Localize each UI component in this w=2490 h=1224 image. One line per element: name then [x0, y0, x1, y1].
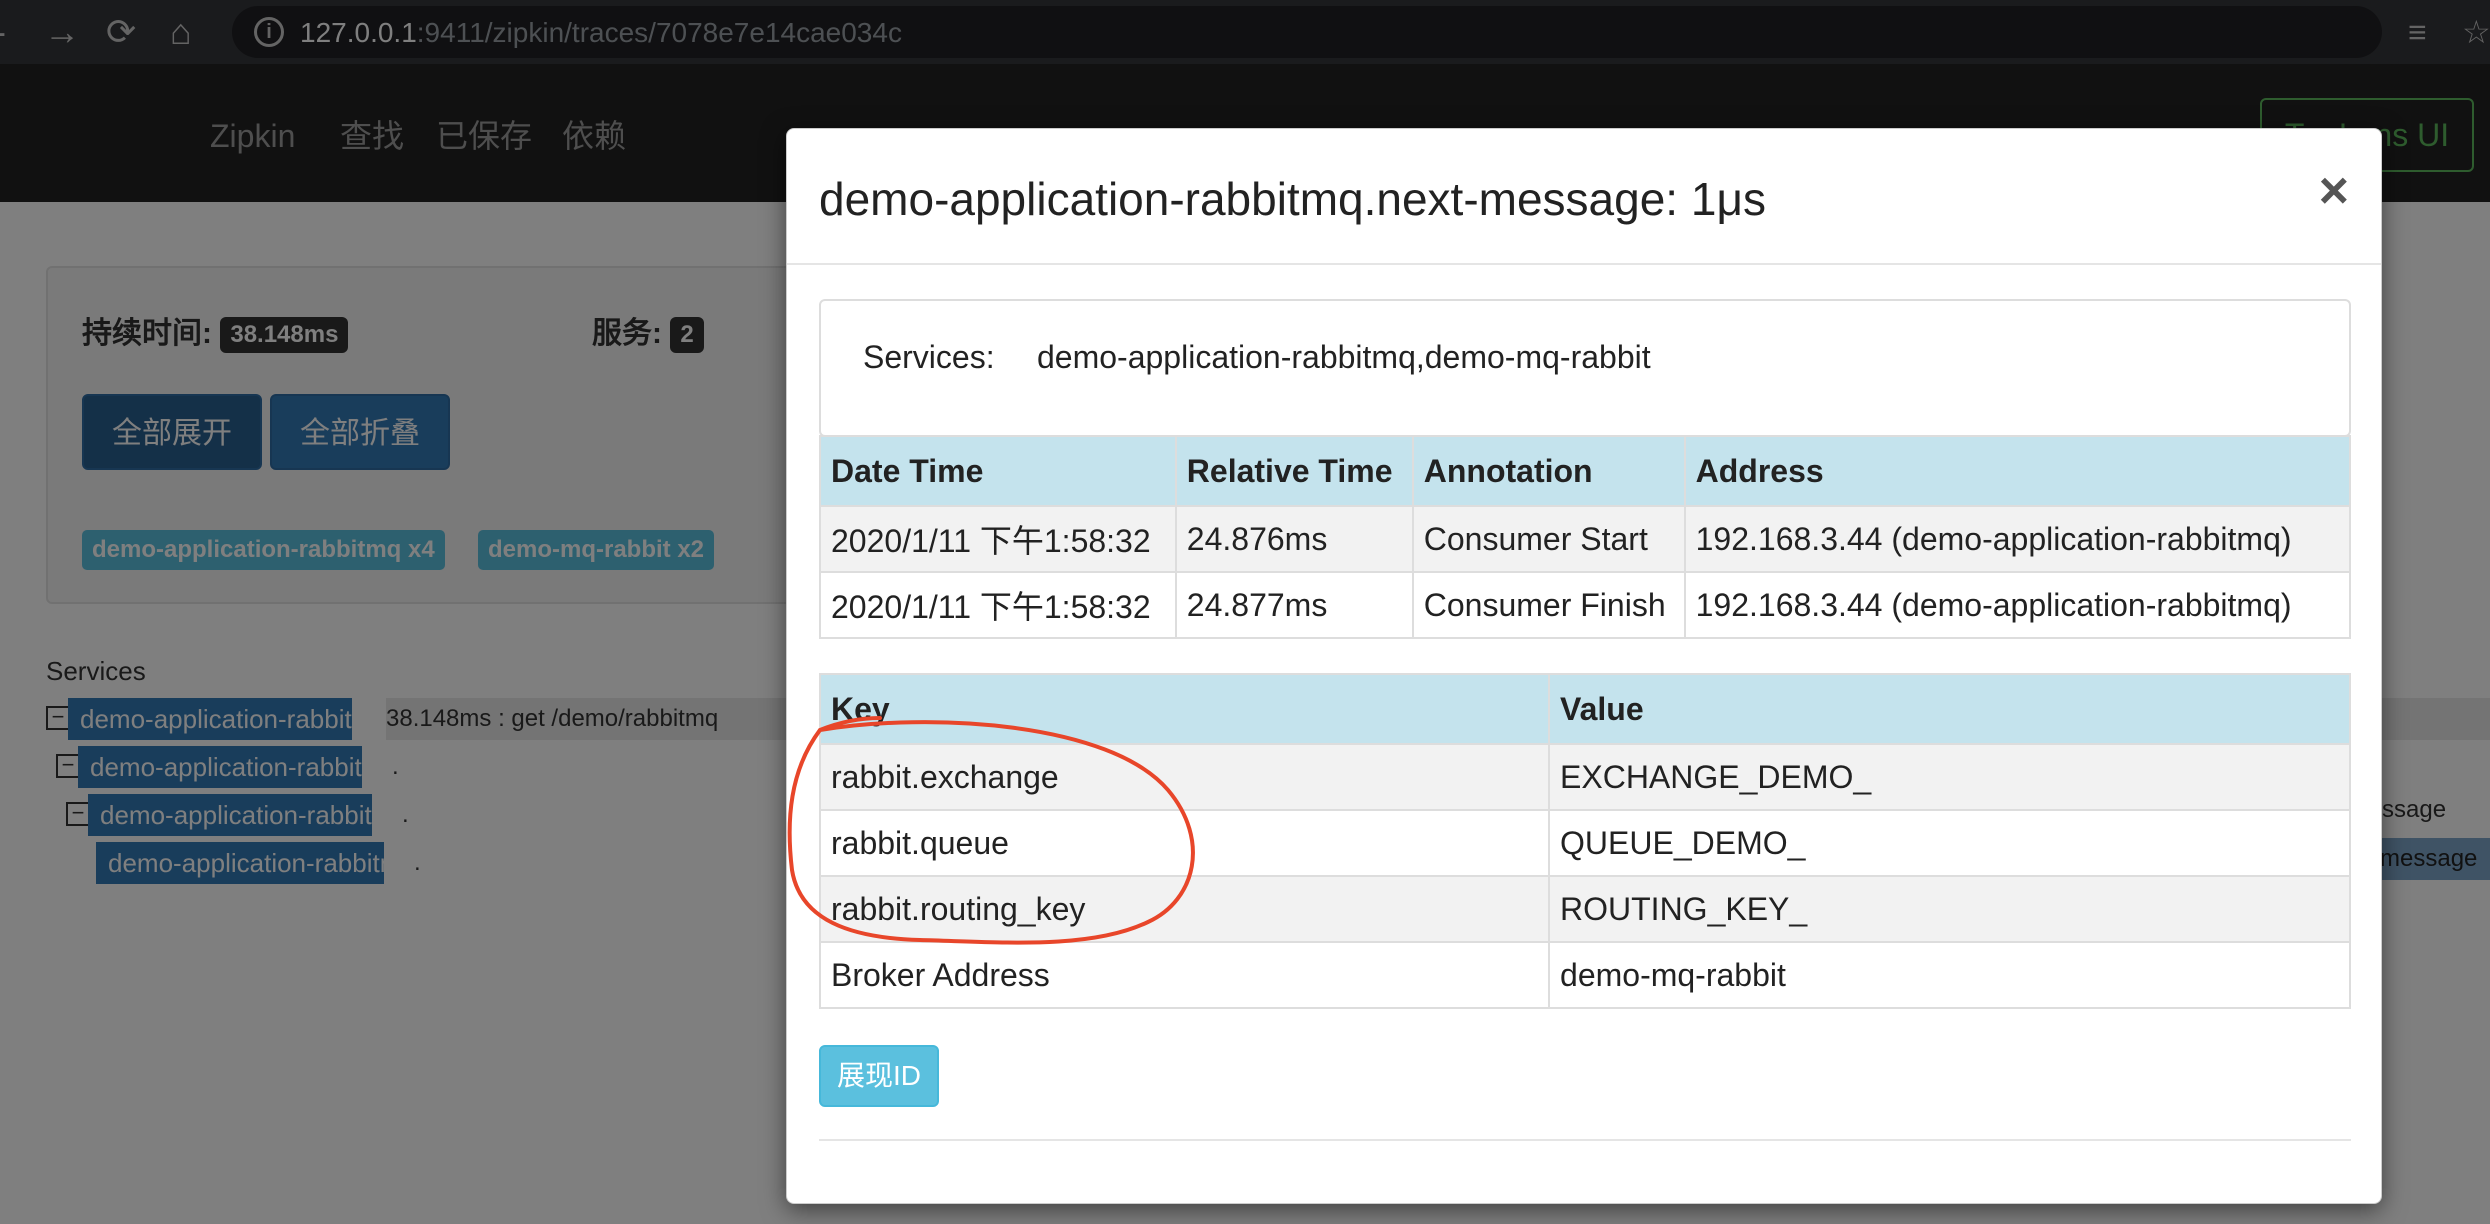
column-header: Key — [818, 673, 1551, 745]
services-label: Services: — [863, 339, 995, 375]
tag-value: EXCHANGE_DEMO_ — [1548, 743, 2351, 811]
table-cell: 24.877ms — [1174, 571, 1414, 639]
tag-value: ROUTING_KEY_ — [1548, 875, 2351, 943]
services-panel: Services: demo-application-rabbitmq,demo… — [819, 299, 2351, 437]
modal-divider — [819, 1139, 2351, 1141]
column-header: Value — [1548, 673, 2351, 745]
column-header: Relative Time — [1174, 435, 1414, 507]
tag-value: demo-mq-rabbit — [1548, 941, 2351, 1009]
tag-key: Broker Address — [818, 941, 1551, 1009]
column-header: Date Time — [819, 435, 1177, 507]
tag-key: rabbit.routing_key — [818, 875, 1551, 943]
show-id-button[interactable]: 展现ID — [819, 1045, 939, 1107]
table-row: 2020/1/11 下午1:58:32 24.877ms Consumer Fi… — [819, 571, 2352, 639]
close-icon[interactable]: × — [2319, 165, 2349, 217]
table-cell: Consumer Start — [1411, 505, 1686, 573]
table-row: Broker Address demo-mq-rabbit — [818, 941, 2351, 1009]
table-row: 2020/1/11 下午1:58:32 24.876ms Consumer St… — [819, 505, 2352, 573]
table-row: rabbit.exchange EXCHANGE_DEMO_ — [818, 743, 2351, 811]
modal-header: demo-application-rabbitmq.next-message: … — [787, 129, 2381, 265]
column-header: Address — [1683, 435, 2352, 507]
table-cell: 192.168.3.44 (demo-application-rabbitmq) — [1683, 571, 2352, 639]
column-header: Annotation — [1411, 435, 1686, 507]
services-value: demo-application-rabbitmq,demo-mq-rabbit — [1037, 339, 1651, 375]
modal-title: demo-application-rabbitmq.next-message: … — [819, 173, 1766, 225]
tags-table: Key Value rabbit.exchange EXCHANGE_DEMO_… — [818, 673, 2351, 1009]
span-detail-modal: demo-application-rabbitmq.next-message: … — [786, 128, 2382, 1204]
tag-key: rabbit.queue — [818, 809, 1551, 877]
table-cell: 192.168.3.44 (demo-application-rabbitmq) — [1683, 505, 2352, 573]
table-cell: 2020/1/11 下午1:58:32 — [819, 505, 1177, 573]
table-cell: 24.876ms — [1174, 505, 1414, 573]
table-cell: 2020/1/11 下午1:58:32 — [819, 571, 1177, 639]
tag-key: rabbit.exchange — [818, 743, 1551, 811]
table-row: rabbit.routing_key ROUTING_KEY_ — [818, 875, 2351, 943]
tag-value: QUEUE_DEMO_ — [1548, 809, 2351, 877]
table-cell: Consumer Finish — [1411, 571, 1686, 639]
table-row: rabbit.queue QUEUE_DEMO_ — [818, 809, 2351, 877]
annotations-table: Date Time Relative Time Annotation Addre… — [819, 435, 2352, 639]
